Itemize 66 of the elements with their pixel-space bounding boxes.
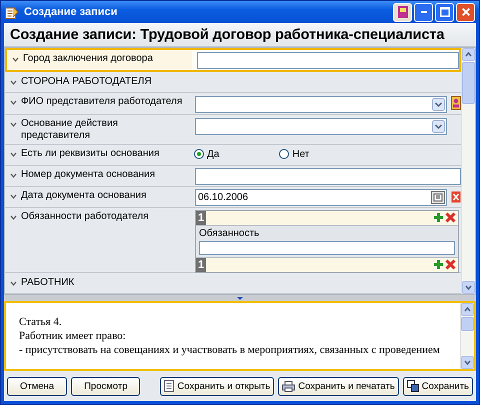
action-button[interactable]: Сохранить и печатать <box>278 376 399 396</box>
printer-icon <box>282 380 296 392</box>
dropdown-field[interactable] <box>195 118 447 136</box>
page-icon <box>164 380 174 392</box>
scroll-down-icon[interactable] <box>461 356 474 369</box>
scroll-up-icon[interactable] <box>462 48 475 61</box>
close-icon <box>462 8 470 16</box>
field-label: Обязанности работодателя <box>21 210 149 223</box>
chevron-icon[interactable] <box>10 80 17 86</box>
chevron-icon[interactable] <box>10 122 17 128</box>
action-button[interactable]: Сохранить и открыть <box>160 376 274 396</box>
maximize-icon <box>440 7 450 17</box>
form-heading: Создание записи: Трудовой договор работника-специалиста <box>4 23 476 47</box>
input-field[interactable] <box>199 240 455 255</box>
scroll-thumb[interactable] <box>462 62 475 104</box>
chevron-icon[interactable] <box>10 281 17 286</box>
delete-icon[interactable] <box>445 259 456 270</box>
scroll-up-icon[interactable] <box>461 303 474 316</box>
action-button[interactable]: Просмотр <box>71 376 140 396</box>
help-book-icon <box>398 6 408 18</box>
scroll-thumb[interactable] <box>461 317 474 331</box>
input-field[interactable] <box>195 168 461 185</box>
item-number: 1 <box>196 258 206 272</box>
field-label: Основание действия представителя <box>21 118 119 142</box>
radio-button[interactable]: Нет <box>279 148 310 160</box>
scrollbar[interactable] <box>460 303 474 369</box>
close-button[interactable] <box>456 2 475 22</box>
field-label: Есть ли реквизиты основания <box>21 148 160 160</box>
maximize-button[interactable] <box>435 2 454 22</box>
minimize-button[interactable] <box>414 2 433 22</box>
scrollbar[interactable] <box>461 48 475 294</box>
input-field[interactable] <box>197 52 459 69</box>
field-label: Дата документа основания <box>21 190 146 202</box>
help-button[interactable] <box>393 2 412 22</box>
document-text: Статья 4. <box>18 315 63 329</box>
date-field[interactable]: 06.10.2006 <box>195 188 447 206</box>
document-text: - присутствовать на совещаниях и участвовать в мероприятиях, связанных с проведением <box>18 343 441 357</box>
chevron-icon[interactable] <box>10 152 17 157</box>
field-label: ФИО представителя работодателя <box>21 96 182 108</box>
clear-icon[interactable] <box>451 190 461 203</box>
window-title: Создание записи <box>24 6 118 18</box>
chevron-icon[interactable] <box>10 172 17 178</box>
minimize-icon <box>420 11 426 13</box>
action-button[interactable]: Отмена <box>7 376 68 396</box>
window-icon <box>5 6 19 18</box>
chevron-icon[interactable] <box>10 100 17 106</box>
chevron-icon[interactable] <box>12 57 19 62</box>
field-label: Город заключения договора <box>23 53 153 65</box>
delete-icon[interactable] <box>445 212 456 224</box>
person-card-icon[interactable] <box>451 96 461 110</box>
dropdown-field[interactable] <box>195 96 447 114</box>
scroll-down-icon[interactable] <box>462 281 475 294</box>
add-icon[interactable] <box>433 259 444 270</box>
field-label: Обязанность <box>199 228 260 239</box>
save-icon <box>406 380 419 392</box>
section-title: РАБОТНИК <box>21 277 74 290</box>
radio-button[interactable]: Да <box>194 148 220 160</box>
field-label: Номер документа основания <box>21 168 156 181</box>
add-icon[interactable] <box>433 212 444 224</box>
chevron-icon[interactable] <box>10 214 17 220</box>
item-number: 1 <box>196 210 206 225</box>
chevron-icon[interactable] <box>10 194 17 199</box>
section-title: СТОРОНА РАБОТОДАТЕЛЯ <box>21 76 152 88</box>
document-text: Работник имеет право: <box>18 329 127 343</box>
calendar-icon[interactable] <box>431 190 445 204</box>
action-button[interactable]: Сохранить <box>402 376 473 396</box>
